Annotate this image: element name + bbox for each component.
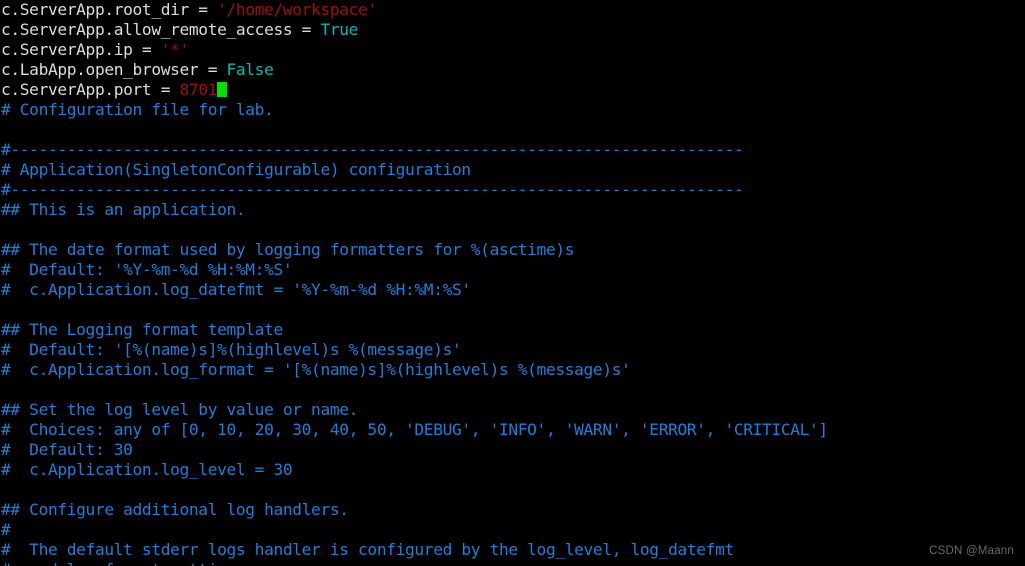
text-span: c.ServerApp.ip = [1, 40, 161, 59]
text-span: ## This is an application. [1, 200, 246, 219]
line-log-handlers-desc: ## Configure additional log handlers. [0, 500, 1025, 520]
line-sep-top: #---------------------------------------… [0, 140, 1025, 160]
text-span: # Default: '[%(name)s]%(highlevel)s %(me… [1, 340, 462, 359]
text-span: #---------------------------------------… [1, 180, 744, 199]
line-log-level-default: # Default: 30 [0, 440, 1025, 460]
text-span: c.ServerApp.root_dir = [1, 0, 218, 19]
line-log-format-default: # Default: '[%(name)s]%(highlevel)s %(me… [0, 340, 1025, 360]
text-span: # c.Application.log_format = '[%(name)s]… [1, 360, 631, 379]
text-span: ## Set the log level by value or name. [1, 400, 359, 419]
text-span: # and log_format settings. [1, 560, 255, 566]
line-log-format: # c.Application.log_format = '[%(name)s]… [0, 360, 1025, 380]
text-span: ## The date format used by logging forma… [1, 240, 575, 259]
terminal-screen[interactable]: c.ServerApp.root_dir = '/home/workspace'… [0, 0, 1025, 566]
line-log-level-desc: ## Set the log level by value or name. [0, 400, 1025, 420]
text-span: # c.Application.log_datefmt = '%Y-%m-%d … [1, 280, 471, 299]
line-blank-5 [0, 480, 1025, 500]
line-root-dir: c.ServerApp.root_dir = '/home/workspace' [0, 0, 1025, 20]
line-blank-1 [0, 120, 1025, 140]
terminal-text-buffer: c.ServerApp.root_dir = '/home/workspace'… [0, 0, 1025, 566]
text-span: # c.Application.log_level = 30 [1, 460, 293, 479]
text-span: '*' [160, 40, 190, 59]
text-span: c.ServerApp.allow_remote_access = [1, 20, 321, 39]
text-span: False [226, 60, 274, 79]
line-sep-bottom: #---------------------------------------… [0, 180, 1025, 200]
text-span: c.LabApp.open_browser = [1, 60, 227, 79]
text-span: # Default: '%Y-%m-%d %H:%M:%S' [1, 260, 293, 279]
line-log-level: # c.Application.log_level = 30 [0, 460, 1025, 480]
text-span: # Application(SingletonConfigurable) con… [1, 160, 471, 179]
text-span: 8701 [179, 80, 218, 99]
line-port: c.ServerApp.port = 8701 [0, 80, 1025, 100]
text-cursor [217, 82, 228, 97]
text-span: # The default stderr logs handler is con… [1, 540, 734, 559]
line-date-format-desc: ## The date format used by logging forma… [0, 240, 1025, 260]
line-this-is-application: ## This is an application. [0, 200, 1025, 220]
text-span: # Configuration file for lab. [1, 100, 274, 119]
line-hash-only: # [0, 520, 1025, 540]
line-app-config: # Application(SingletonConfigurable) con… [0, 160, 1025, 180]
text-span: # [1, 520, 11, 539]
line-open-browser: c.LabApp.open_browser = False [0, 60, 1025, 80]
text-span: # Default: 30 [1, 440, 133, 459]
line-and-log-format: # and log_format settings. [0, 560, 1025, 566]
text-span: True [320, 20, 359, 39]
line-log-format-desc: ## The Logging format template [0, 320, 1025, 340]
text-span: '/home/workspace' [217, 0, 377, 19]
line-log-datefmt: # c.Application.log_datefmt = '%Y-%m-%d … [0, 280, 1025, 300]
line-default-stderr: # The default stderr logs handler is con… [0, 540, 1025, 560]
line-blank-2 [0, 220, 1025, 240]
text-span: #---------------------------------------… [1, 140, 744, 159]
watermark-label: CSDN @Maann [929, 545, 1014, 557]
line-allow-remote-access: c.ServerApp.allow_remote_access = True [0, 20, 1025, 40]
line-blank-3 [0, 300, 1025, 320]
line-ip: c.ServerApp.ip = '*' [0, 40, 1025, 60]
text-span: # Choices: any of [0, 10, 20, 30, 40, 50… [1, 420, 828, 439]
line-blank-4 [0, 380, 1025, 400]
text-span: ## Configure additional log handlers. [1, 500, 349, 519]
line-log-level-choices: # Choices: any of [0, 10, 20, 30, 40, 50… [0, 420, 1025, 440]
line-config-header: # Configuration file for lab. [0, 100, 1025, 120]
line-date-format-default: # Default: '%Y-%m-%d %H:%M:%S' [0, 260, 1025, 280]
text-span: c.ServerApp.port = [1, 80, 180, 99]
text-span: ## The Logging format template [1, 320, 283, 339]
